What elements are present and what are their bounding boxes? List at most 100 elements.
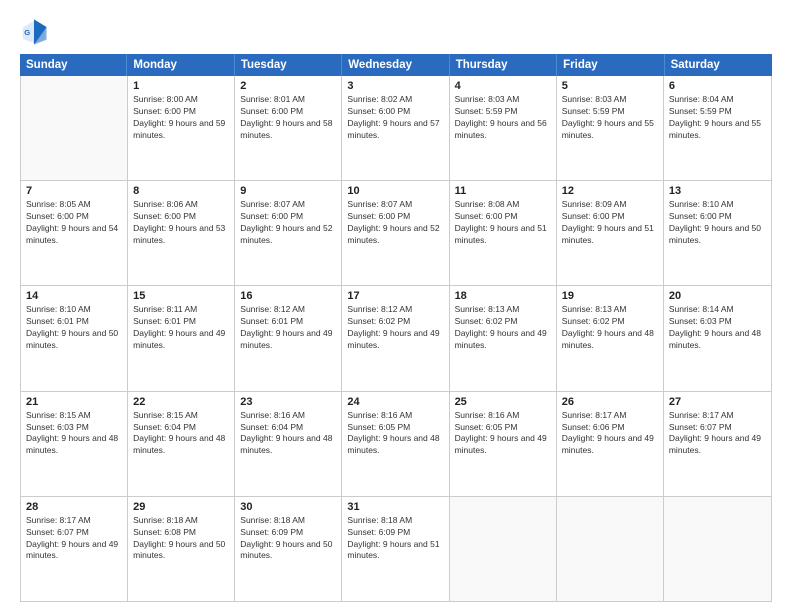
day-number: 26 — [562, 396, 658, 408]
day-info: Sunrise: 8:09 AM Sunset: 6:00 PM Dayligh… — [562, 199, 658, 247]
header: G — [20, 18, 772, 46]
day-number: 4 — [455, 80, 551, 92]
header-day-friday: Friday — [557, 54, 664, 76]
day-cell-29: 29 Sunrise: 8:18 AM Sunset: 6:08 PM Dayl… — [128, 497, 235, 601]
day-info: Sunrise: 8:06 AM Sunset: 6:00 PM Dayligh… — [133, 199, 229, 247]
header-day-monday: Monday — [127, 54, 234, 76]
day-cell-26: 26 Sunrise: 8:17 AM Sunset: 6:06 PM Dayl… — [557, 392, 664, 496]
calendar-row-1: 1 Sunrise: 8:00 AM Sunset: 6:00 PM Dayli… — [21, 76, 771, 181]
calendar-row-3: 14 Sunrise: 8:10 AM Sunset: 6:01 PM Dayl… — [21, 286, 771, 391]
calendar-row-4: 21 Sunrise: 8:15 AM Sunset: 6:03 PM Dayl… — [21, 392, 771, 497]
day-cell-12: 12 Sunrise: 8:09 AM Sunset: 6:00 PM Dayl… — [557, 181, 664, 285]
day-cell-25: 25 Sunrise: 8:16 AM Sunset: 6:05 PM Dayl… — [450, 392, 557, 496]
calendar-row-5: 28 Sunrise: 8:17 AM Sunset: 6:07 PM Dayl… — [21, 497, 771, 601]
day-cell-5: 5 Sunrise: 8:03 AM Sunset: 5:59 PM Dayli… — [557, 76, 664, 180]
day-info: Sunrise: 8:14 AM Sunset: 6:03 PM Dayligh… — [669, 304, 766, 352]
day-number: 14 — [26, 290, 122, 302]
day-cell-30: 30 Sunrise: 8:18 AM Sunset: 6:09 PM Dayl… — [235, 497, 342, 601]
day-number: 30 — [240, 501, 336, 513]
day-cell-3: 3 Sunrise: 8:02 AM Sunset: 6:00 PM Dayli… — [342, 76, 449, 180]
day-number: 31 — [347, 501, 443, 513]
day-info: Sunrise: 8:03 AM Sunset: 5:59 PM Dayligh… — [562, 94, 658, 142]
header-day-tuesday: Tuesday — [235, 54, 342, 76]
day-number: 15 — [133, 290, 229, 302]
header-day-wednesday: Wednesday — [342, 54, 449, 76]
day-cell-23: 23 Sunrise: 8:16 AM Sunset: 6:04 PM Dayl… — [235, 392, 342, 496]
day-number: 21 — [26, 396, 122, 408]
day-info: Sunrise: 8:13 AM Sunset: 6:02 PM Dayligh… — [562, 304, 658, 352]
day-cell-4: 4 Sunrise: 8:03 AM Sunset: 5:59 PM Dayli… — [450, 76, 557, 180]
day-number: 24 — [347, 396, 443, 408]
calendar-header: SundayMondayTuesdayWednesdayThursdayFrid… — [20, 54, 772, 76]
day-info: Sunrise: 8:03 AM Sunset: 5:59 PM Dayligh… — [455, 94, 551, 142]
day-number: 11 — [455, 185, 551, 197]
day-number: 18 — [455, 290, 551, 302]
day-info: Sunrise: 8:18 AM Sunset: 6:08 PM Dayligh… — [133, 515, 229, 563]
day-cell-13: 13 Sunrise: 8:10 AM Sunset: 6:00 PM Dayl… — [664, 181, 771, 285]
day-cell-24: 24 Sunrise: 8:16 AM Sunset: 6:05 PM Dayl… — [342, 392, 449, 496]
logo: G — [20, 18, 52, 46]
day-number: 12 — [562, 185, 658, 197]
day-info: Sunrise: 8:16 AM Sunset: 6:05 PM Dayligh… — [455, 410, 551, 458]
day-info: Sunrise: 8:17 AM Sunset: 6:07 PM Dayligh… — [26, 515, 122, 563]
day-info: Sunrise: 8:01 AM Sunset: 6:00 PM Dayligh… — [240, 94, 336, 142]
day-cell-2: 2 Sunrise: 8:01 AM Sunset: 6:00 PM Dayli… — [235, 76, 342, 180]
day-number: 16 — [240, 290, 336, 302]
empty-cell — [450, 497, 557, 601]
day-number: 5 — [562, 80, 658, 92]
day-cell-19: 19 Sunrise: 8:13 AM Sunset: 6:02 PM Dayl… — [557, 286, 664, 390]
logo-icon: G — [20, 18, 48, 46]
day-cell-8: 8 Sunrise: 8:06 AM Sunset: 6:00 PM Dayli… — [128, 181, 235, 285]
day-info: Sunrise: 8:07 AM Sunset: 6:00 PM Dayligh… — [240, 199, 336, 247]
day-info: Sunrise: 8:13 AM Sunset: 6:02 PM Dayligh… — [455, 304, 551, 352]
day-cell-18: 18 Sunrise: 8:13 AM Sunset: 6:02 PM Dayl… — [450, 286, 557, 390]
svg-text:G: G — [24, 28, 30, 37]
day-info: Sunrise: 8:08 AM Sunset: 6:00 PM Dayligh… — [455, 199, 551, 247]
day-number: 6 — [669, 80, 766, 92]
day-cell-10: 10 Sunrise: 8:07 AM Sunset: 6:00 PM Dayl… — [342, 181, 449, 285]
calendar: SundayMondayTuesdayWednesdayThursdayFrid… — [20, 54, 772, 602]
day-number: 29 — [133, 501, 229, 513]
empty-cell — [664, 497, 771, 601]
day-cell-16: 16 Sunrise: 8:12 AM Sunset: 6:01 PM Dayl… — [235, 286, 342, 390]
day-cell-11: 11 Sunrise: 8:08 AM Sunset: 6:00 PM Dayl… — [450, 181, 557, 285]
day-info: Sunrise: 8:10 AM Sunset: 6:00 PM Dayligh… — [669, 199, 766, 247]
header-day-sunday: Sunday — [20, 54, 127, 76]
day-info: Sunrise: 8:18 AM Sunset: 6:09 PM Dayligh… — [240, 515, 336, 563]
day-cell-28: 28 Sunrise: 8:17 AM Sunset: 6:07 PM Dayl… — [21, 497, 128, 601]
day-number: 3 — [347, 80, 443, 92]
day-info: Sunrise: 8:05 AM Sunset: 6:00 PM Dayligh… — [26, 199, 122, 247]
day-info: Sunrise: 8:16 AM Sunset: 6:04 PM Dayligh… — [240, 410, 336, 458]
day-cell-22: 22 Sunrise: 8:15 AM Sunset: 6:04 PM Dayl… — [128, 392, 235, 496]
day-info: Sunrise: 8:15 AM Sunset: 6:03 PM Dayligh… — [26, 410, 122, 458]
day-cell-14: 14 Sunrise: 8:10 AM Sunset: 6:01 PM Dayl… — [21, 286, 128, 390]
day-info: Sunrise: 8:17 AM Sunset: 6:07 PM Dayligh… — [669, 410, 766, 458]
day-number: 9 — [240, 185, 336, 197]
day-info: Sunrise: 8:12 AM Sunset: 6:01 PM Dayligh… — [240, 304, 336, 352]
calendar-body: 1 Sunrise: 8:00 AM Sunset: 6:00 PM Dayli… — [20, 76, 772, 602]
day-number: 13 — [669, 185, 766, 197]
calendar-row-2: 7 Sunrise: 8:05 AM Sunset: 6:00 PM Dayli… — [21, 181, 771, 286]
day-number: 17 — [347, 290, 443, 302]
day-info: Sunrise: 8:07 AM Sunset: 6:00 PM Dayligh… — [347, 199, 443, 247]
day-cell-20: 20 Sunrise: 8:14 AM Sunset: 6:03 PM Dayl… — [664, 286, 771, 390]
day-cell-27: 27 Sunrise: 8:17 AM Sunset: 6:07 PM Dayl… — [664, 392, 771, 496]
day-number: 27 — [669, 396, 766, 408]
day-number: 25 — [455, 396, 551, 408]
header-day-saturday: Saturday — [665, 54, 772, 76]
day-number: 2 — [240, 80, 336, 92]
day-info: Sunrise: 8:16 AM Sunset: 6:05 PM Dayligh… — [347, 410, 443, 458]
day-number: 19 — [562, 290, 658, 302]
day-info: Sunrise: 8:04 AM Sunset: 5:59 PM Dayligh… — [669, 94, 766, 142]
day-number: 23 — [240, 396, 336, 408]
day-info: Sunrise: 8:15 AM Sunset: 6:04 PM Dayligh… — [133, 410, 229, 458]
day-cell-31: 31 Sunrise: 8:18 AM Sunset: 6:09 PM Dayl… — [342, 497, 449, 601]
header-day-thursday: Thursday — [450, 54, 557, 76]
day-number: 22 — [133, 396, 229, 408]
day-number: 7 — [26, 185, 122, 197]
day-info: Sunrise: 8:11 AM Sunset: 6:01 PM Dayligh… — [133, 304, 229, 352]
day-cell-17: 17 Sunrise: 8:12 AM Sunset: 6:02 PM Dayl… — [342, 286, 449, 390]
day-number: 10 — [347, 185, 443, 197]
day-cell-7: 7 Sunrise: 8:05 AM Sunset: 6:00 PM Dayli… — [21, 181, 128, 285]
day-info: Sunrise: 8:00 AM Sunset: 6:00 PM Dayligh… — [133, 94, 229, 142]
